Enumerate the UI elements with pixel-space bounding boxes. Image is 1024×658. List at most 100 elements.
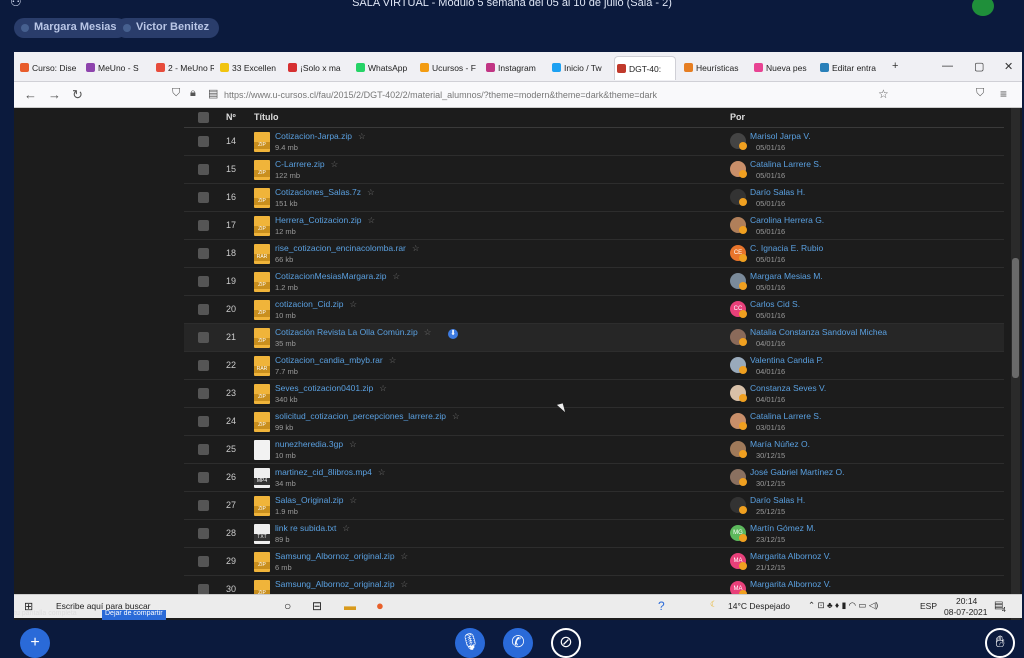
download-icon[interactable]: ⬇: [448, 329, 458, 339]
file-name[interactable]: Salas_Original.zip: [275, 495, 344, 505]
table-row[interactable]: 17 ZIP Herrera_Cotizacion.zip ☆ 12 mb Carolin…: [184, 212, 1004, 240]
star-icon[interactable]: ☆: [452, 411, 460, 421]
file-link[interactable]: Cotizaciones_Salas.7z ☆: [275, 187, 375, 198]
browser-tab[interactable]: WhatsApp: [354, 56, 412, 80]
firefox-icon[interactable]: ●: [376, 598, 384, 613]
cortana-icon[interactable]: ○: [284, 599, 291, 613]
url-bar[interactable]: https://www.u-cursos.cl/fau/2015/2/DGT-4…: [224, 90, 657, 100]
file-link[interactable]: Cotización Revista La Olla Común.zip ☆: [275, 327, 431, 338]
star-icon[interactable]: ☆: [367, 187, 375, 197]
table-row[interactable]: 27 ZIP Salas_Original.zip ☆ 1.9 mb Darío Sala…: [184, 492, 1004, 520]
author-link[interactable]: Catalina Larrere S.: [750, 159, 821, 169]
file-link[interactable]: martinez_cid_8libros.mp4 ☆: [275, 467, 385, 478]
back-icon[interactable]: ←: [24, 87, 37, 102]
file-link[interactable]: C-Larrere.zip ☆: [275, 159, 338, 170]
file-name[interactable]: Samsung_Albornoz_original.zip: [275, 579, 395, 589]
star-icon[interactable]: ☆: [378, 467, 386, 477]
row-checkbox[interactable]: [198, 556, 209, 567]
file-link[interactable]: link re subida.txt ☆: [275, 523, 350, 534]
browser-tab[interactable]: 33 Excellen: [218, 56, 280, 80]
browser-tab[interactable]: MeUno - S: [84, 56, 148, 80]
menu-icon[interactable]: ≡: [1000, 87, 1007, 101]
browser-tab[interactable]: Inicio / Tw: [550, 56, 608, 80]
file-name[interactable]: Cotizaciones_Salas.7z: [275, 187, 361, 197]
author-link[interactable]: Carolina Herrera G.: [750, 215, 824, 225]
star-icon[interactable]: ☆: [342, 523, 350, 533]
file-link[interactable]: cotizacion_Cid.zip ☆: [275, 299, 357, 310]
row-checkbox[interactable]: [198, 136, 209, 147]
camera-off-icon[interactable]: ⊘: [551, 628, 581, 658]
table-row[interactable]: 28 TXT link re subida.txt ☆ 89 b MG Martín Góm…: [184, 520, 1004, 548]
row-checkbox[interactable]: [198, 528, 209, 539]
table-row[interactable]: 14 ZIP Cotizacion-Jarpa.zip ☆ 9.4 mb Marisol …: [184, 128, 1004, 156]
author-link[interactable]: Marisol Jarpa V.: [750, 131, 811, 141]
author-link[interactable]: Margarita Albornoz V.: [750, 551, 831, 561]
author-link[interactable]: Constanza Seves V.: [750, 383, 826, 393]
file-name[interactable]: Cotización Revista La Olla Común.zip: [275, 327, 418, 337]
row-checkbox[interactable]: [198, 416, 209, 427]
row-checkbox[interactable]: [198, 444, 209, 455]
row-checkbox[interactable]: [198, 472, 209, 483]
file-link[interactable]: Salas_Original.zip ☆: [275, 495, 357, 506]
weather-text[interactable]: 14°C Despejado: [728, 601, 790, 611]
browser-tab[interactable]: DGT-40:: [614, 56, 676, 80]
author-link[interactable]: C. Ignacia E. Rubio: [750, 243, 823, 253]
phone-icon[interactable]: ✆: [503, 628, 533, 658]
file-name[interactable]: rise_cotizacion_encinacolomba.rar: [275, 243, 406, 253]
language-indicator[interactable]: ESP: [920, 601, 937, 611]
author-link[interactable]: Darío Salas H.: [750, 187, 805, 197]
row-checkbox[interactable]: [198, 220, 209, 231]
table-row[interactable]: 21 ZIP Cotización Revista La Olla Común.zi…: [184, 324, 1004, 352]
file-name[interactable]: Herrera_Cotizacion.zip: [275, 215, 361, 225]
file-link[interactable]: Seves_cotizacion0401.zip ☆: [275, 383, 387, 394]
select-all-checkbox[interactable]: [198, 112, 209, 123]
file-link[interactable]: nunezheredia.3gp ☆: [275, 439, 357, 450]
star-icon[interactable]: ☆: [389, 355, 397, 365]
row-checkbox[interactable]: [198, 304, 209, 315]
clock-time[interactable]: 20:14: [956, 596, 977, 606]
star-icon[interactable]: ☆: [350, 495, 358, 505]
star-icon[interactable]: ☆: [350, 299, 358, 309]
file-link[interactable]: rise_cotizacion_encinacolomba.rar ☆: [275, 243, 420, 254]
file-name[interactable]: solicitud_cotizacion_percepciones_larrer…: [275, 411, 446, 421]
participant-pill[interactable]: Margara Mesias: [14, 18, 127, 38]
file-name[interactable]: Cotizacion_candia_mbyb.rar: [275, 355, 383, 365]
file-name[interactable]: Cotizacion-Jarpa.zip: [275, 131, 352, 141]
table-row[interactable]: 19 ZIP CotizacionMesiasMargara.zip ☆ 1.2 mb M…: [184, 268, 1004, 296]
table-row[interactable]: 24 ZIP solicitud_cotizacion_percepciones_l…: [184, 408, 1004, 436]
file-link[interactable]: CotizacionMesiasMargara.zip ☆: [275, 271, 400, 282]
star-icon[interactable]: ☆: [401, 551, 409, 561]
browser-tab[interactable]: 2 - MeUno REPRODUCI: [154, 56, 214, 80]
star-icon[interactable]: ☆: [401, 579, 409, 589]
scrollbar[interactable]: [1011, 108, 1020, 620]
author-link[interactable]: Margarita Albornoz V.: [750, 579, 831, 589]
file-name[interactable]: C-Larrere.zip: [275, 159, 325, 169]
close-icon[interactable]: ✕: [1004, 60, 1013, 73]
file-name[interactable]: cotizacion_Cid.zip: [275, 299, 344, 309]
author-link[interactable]: Darío Salas H.: [750, 495, 805, 505]
author-link[interactable]: Carlos Cid S.: [750, 299, 800, 309]
row-checkbox[interactable]: [198, 248, 209, 259]
file-explorer-icon[interactable]: ▬: [344, 599, 356, 613]
table-row[interactable]: 26 MP4 martinez_cid_8libros.mp4 ☆ 34 mb José …: [184, 464, 1004, 492]
table-row[interactable]: 15 ZIP C-Larrere.zip ☆ 122 mb Catalina Larrer…: [184, 156, 1004, 184]
star-icon[interactable]: ☆: [349, 439, 357, 449]
table-row[interactable]: 18 RAR rise_cotizacion_encinacolomba.rar ☆ 6…: [184, 240, 1004, 268]
minimize-icon[interactable]: —: [942, 60, 953, 72]
raise-hand-icon[interactable]: ✋︎: [985, 628, 1015, 658]
pocket-icon[interactable]: ⛉: [976, 87, 984, 100]
star-icon[interactable]: ☆: [358, 131, 366, 141]
browser-tab[interactable]: Instagram: [484, 56, 544, 80]
clock-date[interactable]: 08-07-2021: [944, 607, 987, 617]
table-row[interactable]: 23 ZIP Seves_cotizacion0401.zip ☆ 340 kb Cons…: [184, 380, 1004, 408]
add-icon[interactable]: +: [20, 628, 50, 658]
file-link[interactable]: Samsung_Albornoz_original.zip ☆: [275, 579, 408, 590]
author-link[interactable]: María Núñez O.: [750, 439, 810, 449]
permissions-icon[interactable]: ▤: [208, 87, 218, 100]
table-row[interactable]: 16 ZIP Cotizaciones_Salas.7z ☆ 151 kb Darío S…: [184, 184, 1004, 212]
star-icon[interactable]: ☆: [393, 271, 401, 281]
author-link[interactable]: Martín Gómez M.: [750, 523, 816, 533]
file-name[interactable]: Samsung_Albornoz_original.zip: [275, 551, 395, 561]
star-icon[interactable]: ☆: [424, 327, 432, 337]
browser-tab[interactable]: Ucursos - F: [418, 56, 478, 80]
